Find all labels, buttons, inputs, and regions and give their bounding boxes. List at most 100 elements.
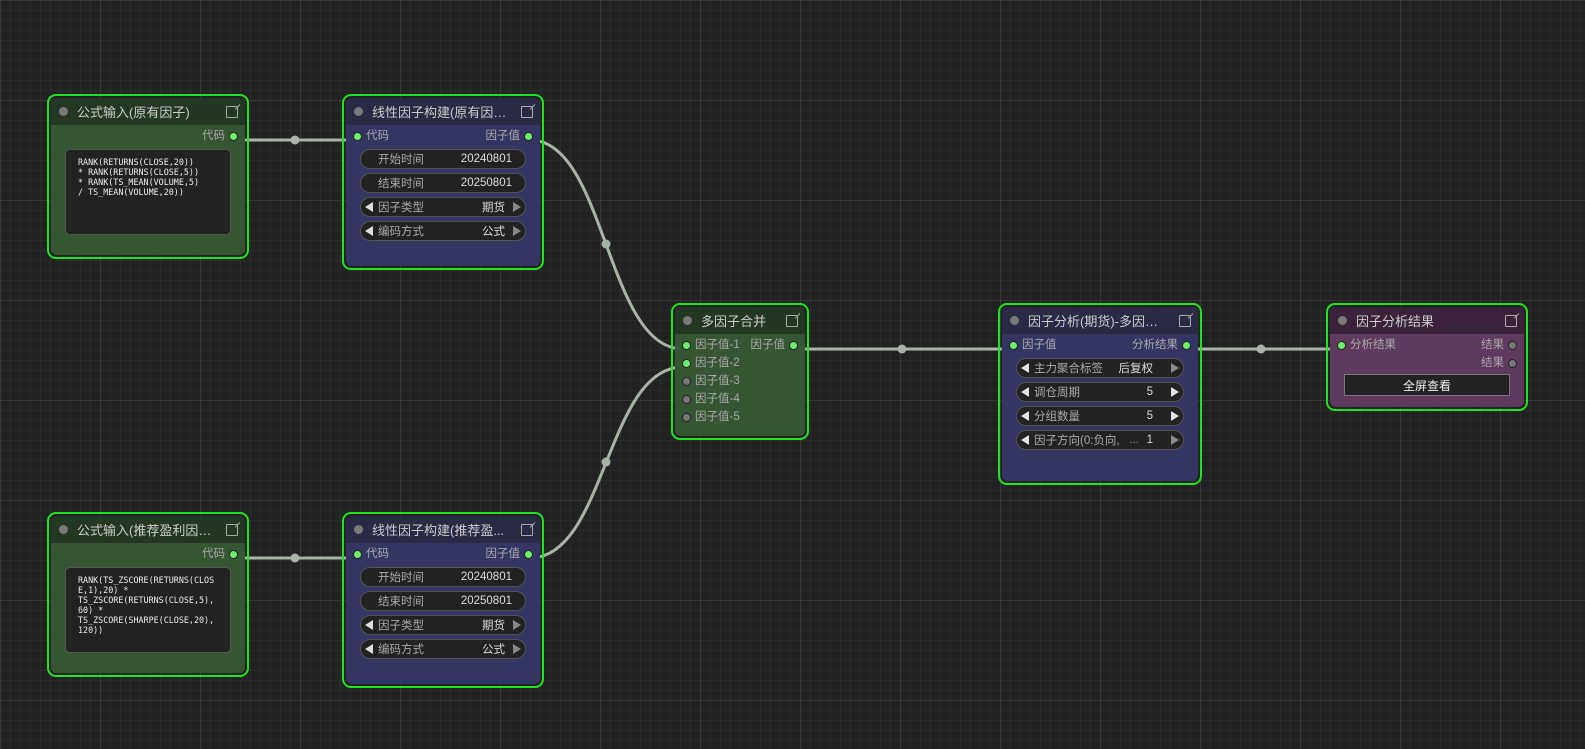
node-title-bar[interactable]: 多因子合并 <box>675 307 805 334</box>
end-time-field[interactable]: 结束时间 20250801 <box>360 173 526 193</box>
arrow-left-icon[interactable] <box>365 202 373 212</box>
main-contract-label-combo[interactable]: 主力聚合标签 后复权 <box>1016 358 1184 378</box>
factor-type-combo[interactable]: 因子类型 期货 <box>360 197 526 217</box>
input-pin-icon[interactable] <box>1338 341 1345 349</box>
collapse-dot-icon[interactable] <box>1338 316 1347 325</box>
arrow-right-icon[interactable] <box>513 620 521 630</box>
arrow-left-icon[interactable] <box>365 226 373 236</box>
edit-icon[interactable] <box>521 524 533 536</box>
widget-value: 公式 <box>482 644 505 656</box>
input-slot-code[interactable]: 代码 <box>354 545 389 563</box>
collapse-dot-icon[interactable] <box>1010 316 1019 325</box>
arrow-right-icon[interactable] <box>1171 435 1179 445</box>
link-midpoint <box>601 457 611 467</box>
start-time-field[interactable]: 开始时间 20240801 <box>360 567 526 587</box>
node-title-bar[interactable]: 公式输入(推荐盈利因子) <box>51 516 245 543</box>
input-pin-icon[interactable] <box>683 413 690 421</box>
input-pin-icon[interactable] <box>683 341 690 349</box>
arrow-right-icon[interactable] <box>1171 363 1179 373</box>
node-title-bar[interactable]: 因子分析(期货)-多因子... <box>1002 307 1198 334</box>
edit-icon[interactable] <box>226 106 238 118</box>
widget-value: 期货 <box>482 202 505 214</box>
collapse-dot-icon[interactable] <box>354 107 363 116</box>
input-slot-factor-1[interactable]: 因子值-1 <box>683 336 740 354</box>
input-pin-icon[interactable] <box>354 550 361 558</box>
input-pin-icon[interactable] <box>683 377 690 385</box>
widget-value: 1 <box>1146 434 1153 446</box>
arrow-right-icon[interactable] <box>513 644 521 654</box>
factor-direction-number[interactable]: 因子方向(0:负向,... 1 <box>1016 430 1184 450</box>
collapse-dot-icon[interactable] <box>59 525 68 534</box>
arrow-left-icon[interactable] <box>1021 435 1029 445</box>
factor-type-combo[interactable]: 因子类型 期货 <box>360 615 526 635</box>
input-slot-factor-2[interactable]: 因子值-2 <box>683 354 740 372</box>
input-pin-icon[interactable] <box>354 132 361 140</box>
linear-factor-node-original[interactable]: 线性因子构建(原有因子) 代码 因子值 开始时间 20240801 结束时间 202… <box>342 94 544 270</box>
input-pin-icon[interactable] <box>683 395 690 403</box>
arrow-left-icon[interactable] <box>1021 411 1029 421</box>
arrow-right-icon[interactable] <box>1171 411 1179 421</box>
output-pin-icon[interactable] <box>525 132 532 140</box>
edit-icon[interactable] <box>1505 315 1517 327</box>
rebalance-period-number[interactable]: 调仓周期 5 <box>1016 382 1184 402</box>
output-slot-code[interactable]: 代码 <box>202 545 237 563</box>
widget-label: 开始时间 <box>378 572 424 584</box>
output-slot-code[interactable]: 代码 <box>202 127 237 145</box>
node-title-bar[interactable]: 公式输入(原有因子) <box>51 98 245 125</box>
factor-analysis-result-node[interactable]: 因子分析结果 分析结果 结果 结果 全屏查看 <box>1326 303 1528 411</box>
arrow-right-icon[interactable] <box>1171 387 1179 397</box>
arrow-right-icon[interactable] <box>513 202 521 212</box>
formula-input-node-original[interactable]: 公式输入(原有因子) 代码 RANK(RETURNS(CLOSE,20)) * … <box>47 94 249 259</box>
input-slot-factor-4[interactable]: 因子值-4 <box>683 390 740 408</box>
output-pin-icon[interactable] <box>230 132 237 140</box>
collapse-dot-icon[interactable] <box>354 525 363 534</box>
output-slot-factor-value[interactable]: 因子值 <box>751 336 797 354</box>
output-slot-result-1[interactable]: 结果 <box>1481 336 1516 354</box>
fullscreen-view-button[interactable]: 全屏查看 <box>1344 374 1510 396</box>
multi-factor-merge-node[interactable]: 多因子合并 因子值-1 因子值 因子值-2 因子值-3 因子值-4 因子值-5 <box>671 303 809 440</box>
output-pin-icon[interactable] <box>1509 341 1516 349</box>
formula-input-node-recommended[interactable]: 公式输入(推荐盈利因子) 代码 RANK(TS_ZSCORE(RETURNS(C… <box>47 512 249 677</box>
arrow-left-icon[interactable] <box>365 620 373 630</box>
encoding-method-combo[interactable]: 编码方式 公式 <box>360 221 526 241</box>
output-pin-icon[interactable] <box>1183 341 1190 349</box>
output-slot-factor-value[interactable]: 因子值 <box>486 127 532 145</box>
collapse-dot-icon[interactable] <box>59 107 68 116</box>
arrow-left-icon[interactable] <box>1021 387 1029 397</box>
edit-icon[interactable] <box>1179 315 1191 327</box>
arrow-right-icon[interactable] <box>513 226 521 236</box>
node-title-bar[interactable]: 线性因子构建(推荐盈... <box>346 516 540 543</box>
factor-analysis-node[interactable]: 因子分析(期货)-多因子... 因子值 分析结果 主力聚合标签 后复权 调仓周期 5… <box>998 303 1202 485</box>
formula-textarea[interactable]: RANK(TS_ZSCORE(RETURNS(CLOSE,1),20) * TS… <box>65 567 231 653</box>
output-pin-icon[interactable] <box>230 550 237 558</box>
output-slot-result-2[interactable]: 结果 <box>1481 354 1516 372</box>
arrow-left-icon[interactable] <box>1021 363 1029 373</box>
slot-label: 代码 <box>366 548 389 560</box>
encoding-method-combo[interactable]: 编码方式 公式 <box>360 639 526 659</box>
end-time-field[interactable]: 结束时间 20250801 <box>360 591 526 611</box>
output-pin-icon[interactable] <box>525 550 532 558</box>
node-title-bar[interactable]: 线性因子构建(原有因子) <box>346 98 540 125</box>
input-slot-factor-5[interactable]: 因子值-5 <box>683 408 740 426</box>
input-slot-factor-value[interactable]: 因子值 <box>1010 336 1057 354</box>
formula-textarea[interactable]: RANK(RETURNS(CLOSE,20)) * RANK(RETURNS(C… <box>65 149 231 235</box>
arrow-left-icon[interactable] <box>365 644 373 654</box>
edit-icon[interactable] <box>226 524 238 536</box>
start-time-field[interactable]: 开始时间 20240801 <box>360 149 526 169</box>
linear-factor-node-recommended[interactable]: 线性因子构建(推荐盈... 代码 因子值 开始时间 20240801 结束时间 20… <box>342 512 544 688</box>
input-slot-factor-3[interactable]: 因子值-3 <box>683 372 740 390</box>
output-pin-icon[interactable] <box>790 341 797 349</box>
output-slot-factor-value[interactable]: 因子值 <box>486 545 532 563</box>
input-slot-analysis-result[interactable]: 分析结果 <box>1338 336 1396 354</box>
input-pin-icon[interactable] <box>683 359 690 367</box>
input-slot-code[interactable]: 代码 <box>354 127 389 145</box>
group-count-number[interactable]: 分组数量 5 <box>1016 406 1184 426</box>
collapse-dot-icon[interactable] <box>683 316 692 325</box>
edit-icon[interactable] <box>521 106 533 118</box>
input-pin-icon[interactable] <box>1010 341 1017 349</box>
edit-icon[interactable] <box>786 315 798 327</box>
node-title: 公式输入(原有因子) <box>77 105 190 120</box>
output-pin-icon[interactable] <box>1509 359 1516 367</box>
output-slot-analysis-result[interactable]: 分析结果 <box>1132 336 1190 354</box>
node-title-bar[interactable]: 因子分析结果 <box>1330 307 1524 334</box>
